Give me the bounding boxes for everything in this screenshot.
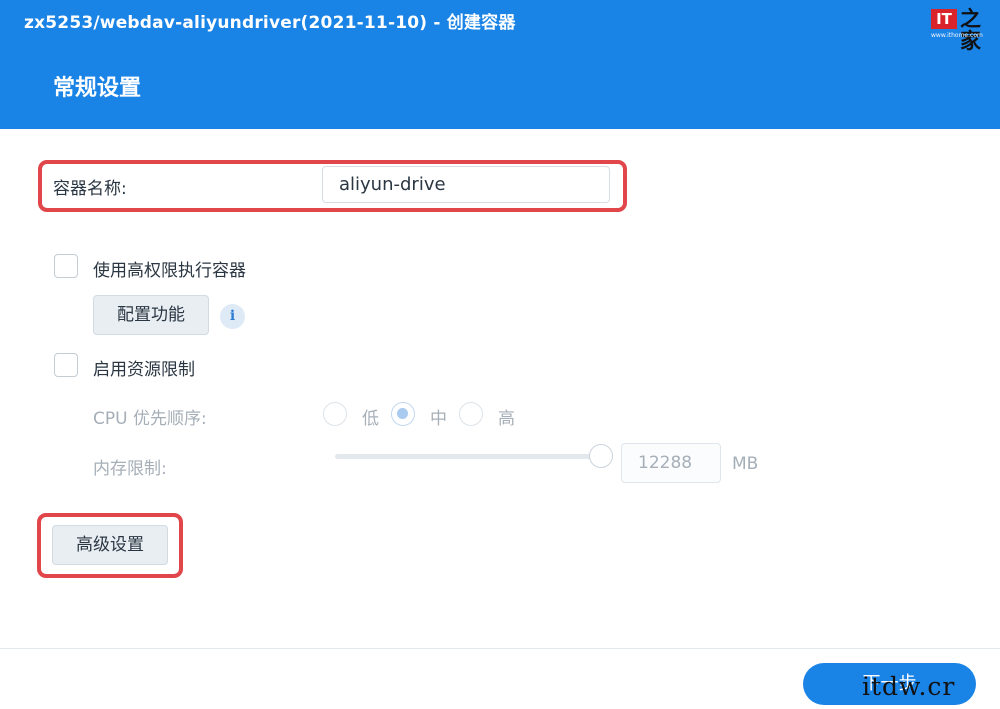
cpu-priority-medium-label: 中: [430, 409, 447, 429]
cpu-priority-medium-radio[interactable]: [391, 402, 415, 426]
watermark: itdw.cr: [862, 672, 956, 701]
cpu-priority-label: CPU 优先顺序:: [93, 409, 207, 429]
ithome-logo: IT 之家 www.ithome.com: [931, 8, 989, 52]
memory-unit-label: MB: [732, 454, 759, 474]
title-bar: zx5253/webdav-aliyundriver(2021-11-10) -…: [0, 0, 1000, 129]
footer-divider: [0, 648, 1000, 649]
cpu-priority-low-radio[interactable]: [323, 402, 347, 426]
cpu-priority-high-label: 高: [498, 409, 515, 429]
memory-slider-track[interactable]: [335, 454, 601, 459]
cpu-priority-high-radio[interactable]: [459, 402, 483, 426]
memory-value-input[interactable]: 12288: [621, 443, 721, 483]
configure-capabilities-button[interactable]: 配置功能: [93, 295, 209, 335]
info-icon[interactable]: i: [220, 304, 245, 329]
logo-mark: IT: [931, 9, 957, 29]
cpu-priority-low-label: 低: [362, 409, 379, 429]
privileged-label: 使用高权限执行容器: [93, 261, 246, 281]
resource-limit-label: 启用资源限制: [93, 360, 195, 380]
logo-url: www.ithome.com: [931, 32, 983, 39]
privileged-checkbox[interactable]: [54, 254, 78, 278]
container-name-label: 容器名称:: [53, 179, 127, 199]
container-name-input[interactable]: aliyun-drive: [322, 166, 610, 203]
memory-slider-thumb[interactable]: [589, 444, 613, 468]
advanced-settings-button[interactable]: 高级设置: [52, 525, 168, 565]
logo-glyph: 之家: [960, 7, 981, 53]
memory-limit-label: 内存限制:: [93, 459, 167, 479]
section-title: 常规设置: [53, 76, 142, 101]
window-title: zx5253/webdav-aliyundriver(2021-11-10) -…: [24, 13, 516, 33]
resource-limit-checkbox[interactable]: [54, 353, 78, 377]
